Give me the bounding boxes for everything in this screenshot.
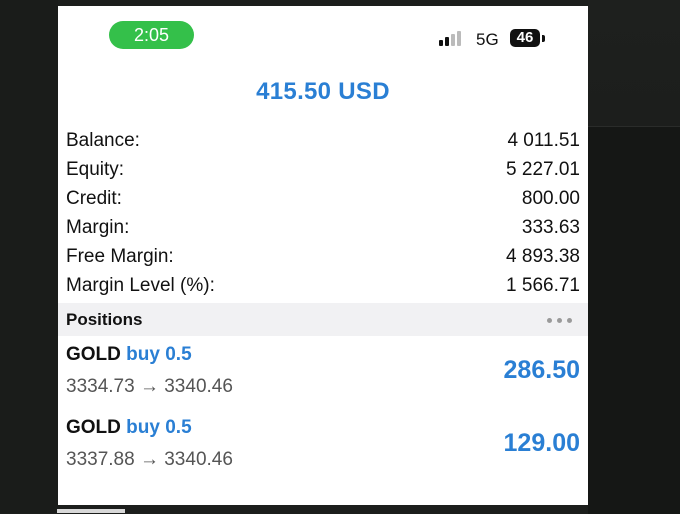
cellular-signal-icon bbox=[439, 30, 467, 46]
account-row-free-margin: Free Margin: 4 893.38 bbox=[66, 246, 580, 275]
position-title: GOLD buy 0.5 bbox=[66, 344, 192, 366]
account-row-margin-level: Margin Level (%): 1 566.71 bbox=[66, 275, 580, 304]
row-label: Balance: bbox=[66, 130, 140, 151]
ellipsis-icon[interactable] bbox=[547, 318, 573, 324]
account-row-balance: Balance: 4 011.51 bbox=[66, 130, 580, 159]
floating-profit: 415.50 USD bbox=[256, 78, 390, 105]
network-type: 5G bbox=[476, 30, 499, 49]
row-value: 1 566.71 bbox=[506, 275, 580, 296]
battery-tip bbox=[542, 35, 545, 42]
battery-icon: 46 bbox=[510, 29, 540, 47]
row-label: Credit: bbox=[66, 188, 122, 209]
position-title: GOLD buy 0.5 bbox=[66, 417, 192, 439]
phone-screen: 2:05 5G 46 415.50 USD Balance: 4 011.51 … bbox=[58, 6, 588, 505]
row-label: Margin Level (%): bbox=[66, 275, 215, 296]
background-stripe bbox=[57, 509, 125, 513]
position-side-volume: buy 0.5 bbox=[126, 344, 192, 365]
positions-header: Positions bbox=[58, 303, 588, 336]
position-symbol: GOLD bbox=[66, 417, 121, 438]
positions-title: Positions bbox=[66, 310, 143, 329]
position-row[interactable]: GOLD buy 0.5 3337.88 → 3340.46 129.00 bbox=[58, 417, 588, 483]
row-value: 4 893.38 bbox=[506, 246, 580, 267]
background-left bbox=[0, 0, 58, 513]
position-symbol: GOLD bbox=[66, 344, 121, 365]
status-time[interactable]: 2:05 bbox=[109, 21, 194, 49]
account-row-equity: Equity: 5 227.01 bbox=[66, 159, 580, 188]
row-value: 333.63 bbox=[521, 217, 580, 238]
row-label: Margin: bbox=[66, 217, 130, 238]
row-value: 4 011.51 bbox=[507, 130, 580, 151]
position-profit: 129.00 bbox=[503, 429, 580, 457]
position-side-volume: buy 0.5 bbox=[126, 417, 192, 438]
row-value: 800.00 bbox=[521, 188, 580, 209]
position-row[interactable]: GOLD buy 0.5 3334.73 → 3340.46 286.50 bbox=[58, 344, 588, 410]
position-prices: 3334.73 → 3340.46 bbox=[66, 376, 233, 397]
row-value: 5 227.01 bbox=[506, 159, 580, 180]
status-bar: 2:05 5G 46 bbox=[58, 6, 588, 58]
row-label: Free Margin: bbox=[66, 246, 174, 267]
account-row-credit: Credit: 800.00 bbox=[66, 188, 580, 217]
position-prices: 3337.88 → 3340.46 bbox=[66, 449, 233, 470]
account-row-margin: Margin: 333.63 bbox=[66, 217, 580, 246]
background-panel bbox=[588, 126, 680, 514]
position-profit: 286.50 bbox=[503, 356, 580, 384]
row-label: Equity: bbox=[66, 159, 125, 180]
